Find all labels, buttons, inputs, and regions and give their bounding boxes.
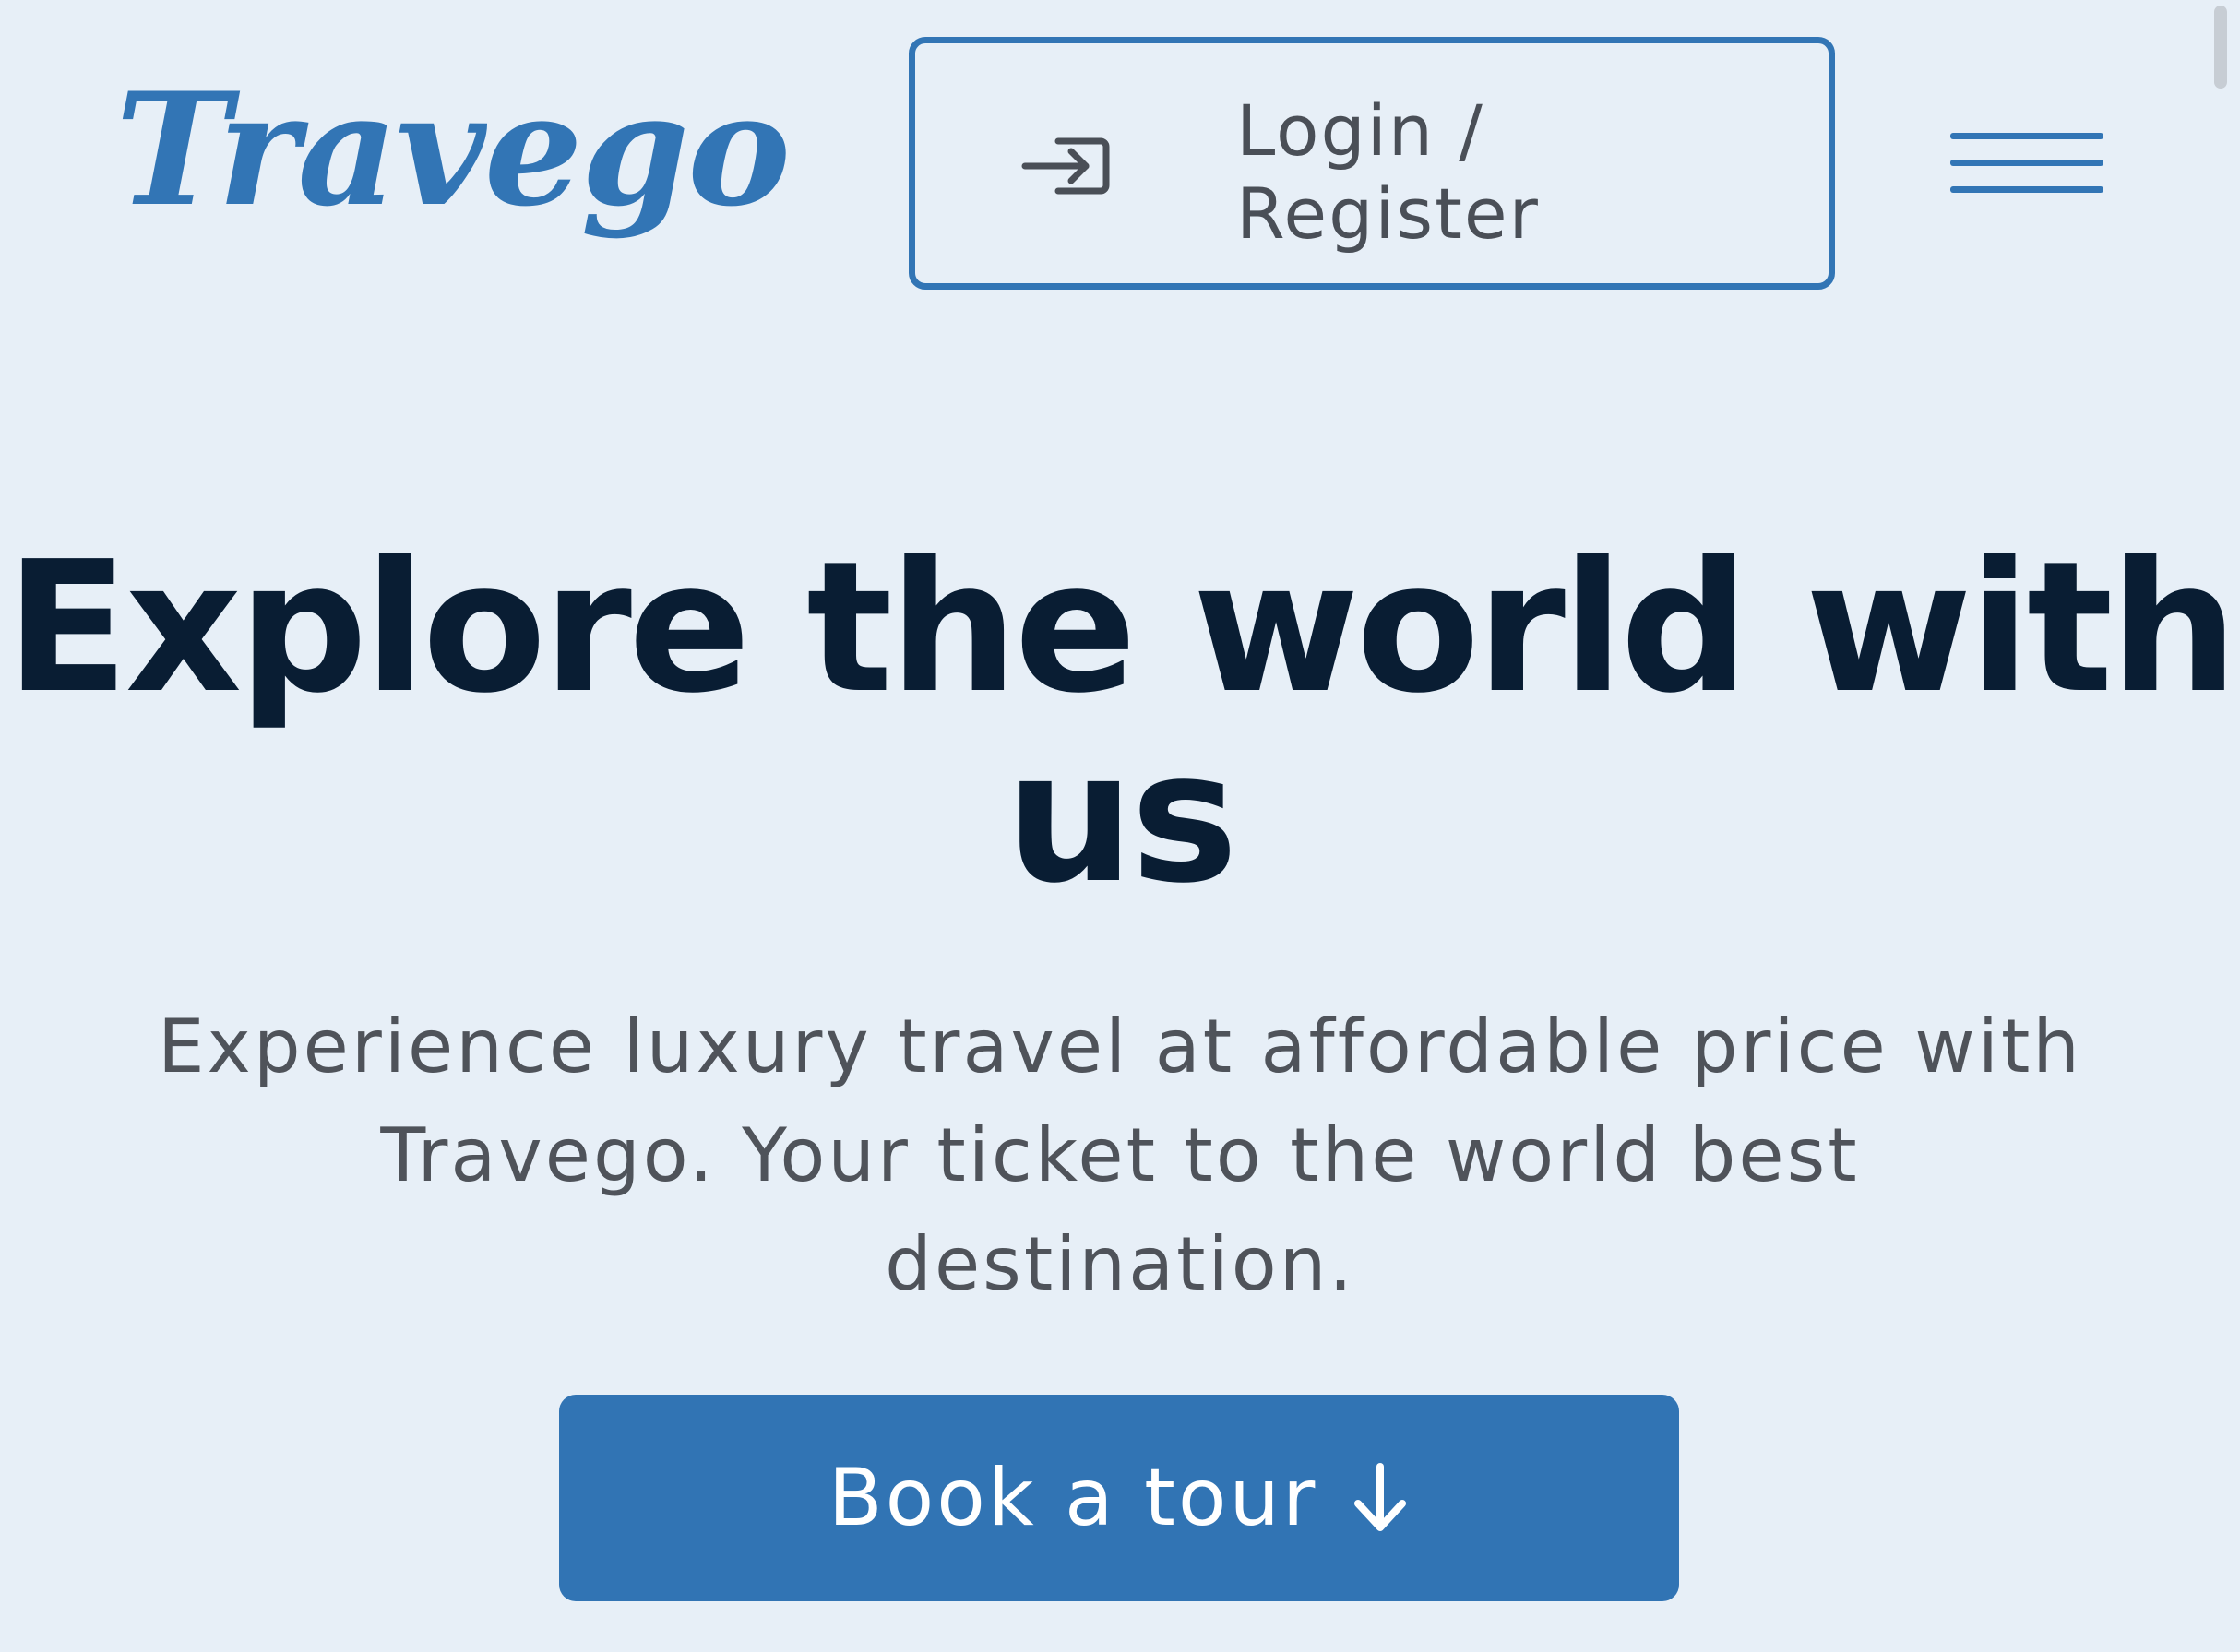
hero-description: Experience luxury travel at affordable p… <box>157 1004 2083 1307</box>
book-tour-label: Book a tour <box>828 1452 1318 1544</box>
hamburger-menu-icon[interactable] <box>1950 129 2103 197</box>
brand-logo[interactable]: Travego <box>115 72 791 227</box>
arrow-down-icon <box>1354 1463 1407 1531</box>
login-register-label: Login / Register <box>1236 89 1540 255</box>
book-tour-button[interactable]: Book a tour <box>559 1395 1679 1601</box>
hero-title: Explore the world with us <box>5 523 2238 923</box>
scrollbar-thumb[interactable] <box>2214 6 2227 89</box>
login-register-button[interactable]: Login / Register <box>909 37 1835 290</box>
login-icon <box>1021 136 1112 196</box>
